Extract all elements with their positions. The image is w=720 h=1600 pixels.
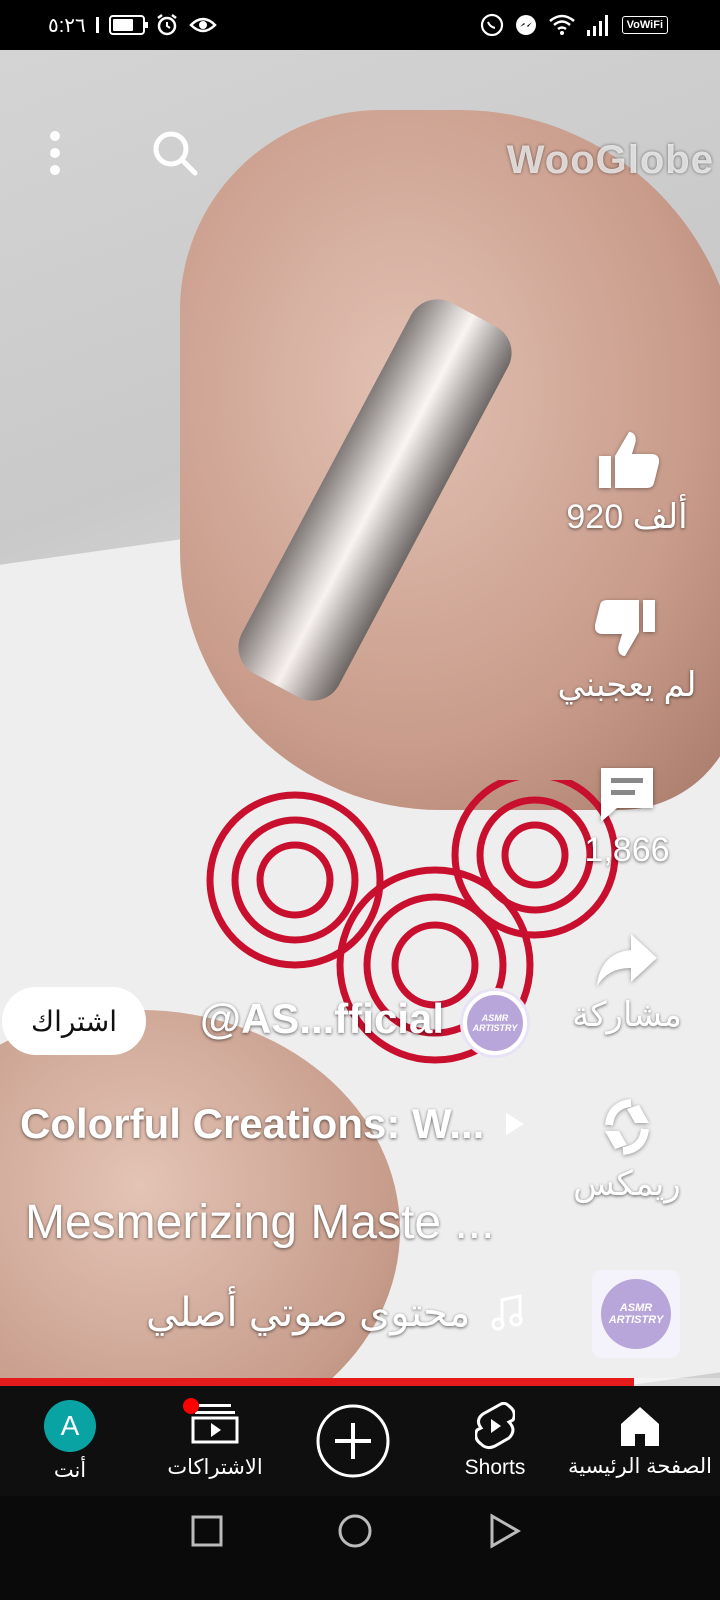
share-icon (597, 934, 657, 986)
status-left: ٥:٢٦ (48, 10, 217, 40)
nav-subscriptions-label: الاشتراكات (167, 1456, 263, 1479)
audio-link[interactable]: محتوى صوتي أصلي (146, 1290, 524, 1336)
more-vert-icon[interactable] (30, 128, 80, 178)
nav-shorts[interactable]: Shorts (450, 1386, 540, 1496)
share-button[interactable]: مشاركة (542, 930, 712, 1035)
sim-icon (95, 17, 99, 33)
nav-you-label: أنت (53, 1458, 87, 1482)
thumbs-down-icon (594, 600, 655, 656)
channel-avatar-logo: ASMR ARTISTRY (467, 995, 523, 1051)
channel-avatar[interactable]: ASMR ARTISTRY (460, 988, 530, 1058)
alarm-icon (157, 14, 177, 36)
status-right: VoWiFi (480, 10, 668, 40)
nav-home-label: الصفحة الرئيسية (567, 1454, 713, 1478)
search-icon[interactable] (150, 128, 200, 178)
back-triangle-icon[interactable] (488, 1513, 522, 1549)
video-watermark: WooGlobe (506, 138, 714, 182)
video-progress-fill (0, 1378, 634, 1386)
video-progress-bar[interactable] (0, 1378, 720, 1386)
vowifi-badge: VoWiFi (621, 16, 668, 34)
status-bar: ٥:٢٦ VoWiFi (0, 0, 720, 50)
whatsapp-icon (480, 13, 503, 37)
channel-handle[interactable]: @AS...fficial (200, 995, 444, 1043)
thumbs-up-icon (599, 432, 660, 488)
share-label: مشاركة (572, 996, 682, 1034)
wifi-icon (548, 14, 575, 35)
home-circle-icon[interactable] (337, 1513, 373, 1549)
shorts-icon (475, 1402, 515, 1450)
dislike-label: لم يعجبني (557, 666, 697, 704)
battery-icon (108, 15, 148, 35)
clock: ٥:٢٦ (48, 14, 86, 37)
comments-button[interactable]: 1,866 (542, 762, 712, 870)
playlist-title: Colorful Creations: W... (20, 1100, 485, 1147)
like-button[interactable]: 920 ألف (542, 428, 712, 537)
audio-label: محتوى صوتي أصلي (146, 1291, 471, 1335)
recents-icon[interactable] (190, 1514, 224, 1548)
account-avatar: A (44, 1399, 96, 1452)
music-note-icon (491, 1294, 523, 1331)
remix-icon (605, 1099, 649, 1155)
sound-thumbnail-logo: ASMR ARTISTRY (601, 1279, 671, 1349)
remix-button[interactable]: ريمكس (542, 1095, 712, 1204)
sound-thumbnail[interactable]: ASMR ARTISTRY (592, 1270, 680, 1358)
nav-you[interactable]: A أنت (20, 1386, 120, 1496)
dislike-button[interactable]: لم يعجبني (542, 596, 712, 705)
subscribe-button[interactable]: اشتراك (2, 987, 146, 1055)
comments-count: 1,866 (584, 831, 670, 869)
notification-dot (183, 1398, 199, 1414)
like-count: 920 ألف (566, 498, 688, 536)
play-arrow-icon (506, 1113, 525, 1135)
nav-subscriptions[interactable]: الاشتراكات (155, 1386, 275, 1496)
remix-label: ريمكس (573, 1165, 681, 1203)
comment-icon (601, 768, 653, 822)
create-plus-icon (316, 1404, 390, 1478)
system-navigation (0, 1496, 720, 1600)
nav-shorts-label: Shorts (464, 1456, 526, 1479)
eye-icon (189, 17, 217, 33)
messenger-icon (515, 15, 536, 35)
nav-create[interactable] (313, 1386, 393, 1496)
nav-home[interactable]: الصفحة الرئيسية (565, 1386, 715, 1496)
bottom-navigation: A أنت الاشتراكات Shorts الصفحة الرئيسية (0, 1386, 720, 1496)
home-icon (621, 1406, 659, 1446)
subscriptions-icon-wrap (183, 1398, 239, 1449)
video-title[interactable]: Mesmerizing Maste ... (25, 1195, 494, 1250)
video-top-controls (30, 128, 200, 178)
playlist-link[interactable]: Colorful Creations: W... (20, 1100, 526, 1148)
signal-icon (586, 15, 608, 36)
